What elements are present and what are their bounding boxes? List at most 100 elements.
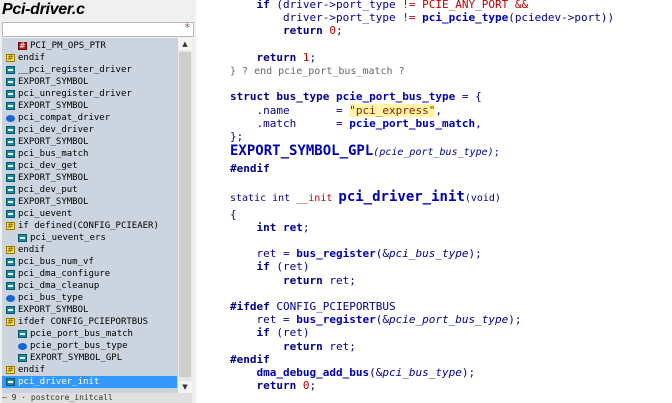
code-line: .match = pcie_port_bus_match, bbox=[230, 117, 482, 130]
symbol-tree-item[interactable]: EXPORT_SYMBOL bbox=[2, 136, 177, 148]
symbol-tree-item[interactable]: EXPORT_SYMBOL bbox=[2, 76, 177, 88]
code-token: ); bbox=[468, 247, 482, 261]
code-line: if (ret) bbox=[230, 260, 310, 273]
symbol-tree-item[interactable]: pci_uevent_ers bbox=[2, 232, 177, 244]
symbol-tree-item[interactable]: pcie_port_bus_match bbox=[2, 328, 177, 340]
symbol-tree[interactable]: PCI_PM_OPS_PTRendif __pci_register_driver… bbox=[2, 38, 177, 393]
code-token: -> bbox=[322, 11, 336, 25]
symbol-tree-item[interactable]: pci_dma_configure bbox=[2, 268, 177, 280]
filter-wildcard: * bbox=[184, 21, 191, 34]
symbol-tree-item[interactable]: PCI_PM_OPS_PTR bbox=[2, 40, 177, 52]
code-token: pci_pcie_type bbox=[422, 11, 509, 25]
symbol-tree-item[interactable]: pci_dev_get bbox=[2, 160, 177, 172]
symbol-panel: Pci-driver.c * PCI_PM_OPS_PTRendif __pci_… bbox=[0, 0, 196, 403]
code-line: driver->port_type != pci_pcie_type(pcied… bbox=[230, 11, 614, 24]
symbol-tree-item[interactable]: endif bbox=[2, 52, 177, 64]
code-token: ( bbox=[508, 11, 515, 25]
code-token: } ? end pcie_port_bus_match ? bbox=[230, 66, 405, 77]
symbol-label: EXPORT_SYMBOL bbox=[18, 305, 89, 315]
file-title: Pci-driver.c bbox=[2, 1, 85, 18]
symbol-tree-item[interactable]: endif bbox=[2, 364, 177, 376]
code-line: ret = bus_register(&pci_bus_type); bbox=[230, 247, 482, 260]
symbol-tree-item[interactable]: __pci_register_driver bbox=[2, 64, 177, 76]
scroll-up-icon[interactable]: ▲ bbox=[178, 38, 192, 50]
code-token: ; bbox=[302, 220, 310, 234]
code-token: driver bbox=[282, 11, 323, 25]
symbol-label: pci_dev_driver bbox=[18, 125, 94, 135]
define-icon bbox=[18, 330, 27, 338]
code-token: pci_bus_type bbox=[388, 247, 469, 261]
code-editor[interactable]: if (driver->port_type != PCIE_ANY_PORT &… bbox=[228, 0, 672, 403]
code-token: #endif bbox=[230, 352, 270, 366]
symbol-filter-input[interactable]: * bbox=[2, 21, 194, 37]
symbol-tree-item[interactable]: if defined(CONFIG_PCIEAER) bbox=[2, 220, 177, 232]
symbol-label: if defined(CONFIG_PCIEAER) bbox=[18, 221, 159, 231]
code-token: (& bbox=[375, 247, 389, 261]
scroll-down-icon[interactable]: ▼ bbox=[178, 381, 192, 393]
scroll-thumb[interactable] bbox=[179, 52, 191, 377]
code-line: EXPORT_SYMBOL_GPL(pcie_port_bus_type); bbox=[230, 143, 500, 161]
define-icon bbox=[6, 270, 15, 278]
code-token: __init bbox=[296, 192, 339, 204]
code-token: != bbox=[395, 11, 423, 25]
symbol-label: pci_dma_configure bbox=[18, 269, 111, 279]
symbol-label: pci_driver_init bbox=[18, 377, 100, 387]
code-token: }; bbox=[230, 130, 244, 143]
symbol-label: pci_dev_get bbox=[18, 161, 78, 171]
define-icon bbox=[6, 306, 15, 314]
symbol-tree-item[interactable]: pci_dev_put bbox=[2, 184, 177, 196]
code-token: pcie_port_bus_type bbox=[335, 90, 456, 104]
code-token: pci_bus_type bbox=[382, 366, 462, 379]
code-token: ; bbox=[309, 50, 317, 64]
symbol-tree-item[interactable]: EXPORT_SYMBOL bbox=[2, 304, 177, 316]
code-token: return bbox=[256, 50, 297, 64]
symbol-tree-item[interactable]: endif bbox=[2, 244, 177, 256]
symbol-label: EXPORT_SYMBOL bbox=[18, 197, 89, 207]
code-token: ); bbox=[508, 313, 522, 327]
code-token: PCIE_ANY_PORT bbox=[422, 0, 509, 11]
symbol-tree-item[interactable]: pci_bus_type bbox=[2, 292, 177, 304]
symbol-tree-item[interactable]: EXPORT_SYMBOL bbox=[2, 100, 177, 112]
symbol-tree-item[interactable]: pci_dma_cleanup bbox=[2, 280, 177, 292]
symbol-label: endif bbox=[18, 245, 46, 255]
file-title-bar: Pci-driver.c bbox=[0, 0, 196, 22]
code-line: #endif bbox=[230, 353, 270, 366]
symbol-tree-scrollbar[interactable]: ▲ ▼ bbox=[177, 38, 192, 393]
function-icon bbox=[18, 343, 27, 350]
symbol-tree-item[interactable]: EXPORT_SYMBOL bbox=[2, 196, 177, 208]
symbol-tree-item[interactable]: pci_bus_num_vf bbox=[2, 256, 177, 268]
code-token: ret; bbox=[322, 273, 356, 287]
symbol-tree-item[interactable]: EXPORT_SYMBOL bbox=[2, 172, 177, 184]
symbol-tree-item[interactable]: EXPORT_SYMBOL_GPL bbox=[2, 352, 177, 364]
bottom-symbol-strip: — 9 · postcore_initcall bbox=[2, 393, 192, 403]
panel-divider[interactable] bbox=[196, 0, 228, 403]
code-token: ); bbox=[461, 366, 476, 379]
symbol-tree-item[interactable]: pci_bus_match bbox=[2, 148, 177, 160]
code-line: #endif bbox=[230, 162, 270, 175]
symbol-tree-item[interactable]: pci_unregister_driver bbox=[2, 88, 177, 100]
preprocessor-icon bbox=[6, 244, 15, 256]
code-line: { bbox=[230, 208, 237, 221]
symbol-label: endif bbox=[18, 53, 46, 63]
code-token: port_type bbox=[336, 0, 396, 11]
symbol-tree-item[interactable]: pcie_port_bus_type bbox=[2, 340, 177, 352]
symbol-label: pci_uevent_ers bbox=[30, 233, 106, 243]
code-line: struct bus_type pcie_port_bus_type = { bbox=[230, 90, 482, 103]
symbol-tree-item[interactable]: pci_driver_init bbox=[2, 376, 177, 388]
symbol-tree-item[interactable]: ifdef CONFIG_PCIEPORTBUS bbox=[2, 316, 177, 328]
symbol-tree-item[interactable]: pci_dev_driver bbox=[2, 124, 177, 136]
symbol-label: EXPORT_SYMBOL_GPL bbox=[30, 353, 123, 363]
code-token: pcie_port_bus_match bbox=[349, 116, 476, 130]
preprocessor-icon bbox=[6, 52, 15, 64]
symbol-tree-item[interactable]: pci_compat_driver bbox=[2, 112, 177, 124]
symbol-tree-item[interactable]: pci_uevent bbox=[2, 208, 177, 220]
